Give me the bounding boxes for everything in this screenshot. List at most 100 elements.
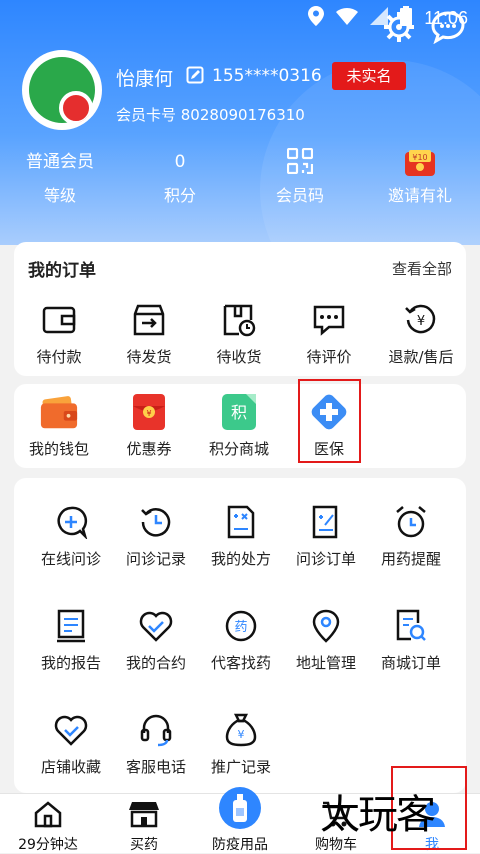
highlight-box-medical: [298, 379, 361, 463]
heart-handshake-icon: [136, 606, 176, 646]
verification-badge[interactable]: 未实名: [332, 62, 406, 90]
order-edit-icon: [306, 502, 346, 542]
service-mall-orders[interactable]: 商城订单: [366, 606, 456, 673]
home-icon: [0, 794, 96, 828]
order-label: 待收货: [216, 348, 262, 366]
member-card-number: 会员卡号 8028090176310: [116, 106, 305, 124]
orders-title: 我的订单: [28, 261, 96, 281]
view-all-orders-link[interactable]: 查看全部: [392, 258, 452, 279]
service-address[interactable]: 地址管理: [281, 606, 371, 673]
wifi-icon: [336, 7, 359, 30]
points-mall-icon: 积: [219, 392, 259, 432]
avatar[interactable]: [22, 50, 102, 130]
prescription-icon: [221, 502, 261, 542]
tab-label: 买药: [130, 837, 158, 853]
services-panel: 在线问诊 问诊记录 我的处方 问诊订单 用药提醒 我的报告 我的合约 药 代客找…: [14, 478, 466, 793]
qr-code-icon: [240, 148, 360, 176]
wallet-row-label: 我的钱包: [28, 440, 89, 458]
service-label: 店铺收藏: [40, 758, 101, 776]
service-consult-orders[interactable]: 问诊订单: [281, 502, 371, 569]
watermark-text: 太玩客: [320, 792, 436, 838]
order-label: 退款/售后: [388, 348, 454, 366]
package-clock-icon: [219, 300, 259, 340]
coupon-envelope-icon: ¥: [129, 392, 169, 432]
wallet-row-label: 积分商城: [208, 440, 269, 458]
order-pending-receipt[interactable]: 待收货: [194, 300, 284, 367]
svg-text:积: 积: [231, 403, 247, 422]
stat-invite-label: 邀请有礼: [387, 186, 452, 205]
service-label: 商城订单: [380, 654, 441, 672]
service-label: 问诊订单: [295, 550, 356, 568]
service-consult-history[interactable]: 问诊记录: [111, 502, 201, 569]
service-label: 客服电话: [125, 758, 186, 776]
map-pin-icon: [306, 606, 346, 646]
stat-level-value: 普通会员: [26, 152, 94, 172]
order-pending-shipment[interactable]: 待发货: [104, 300, 194, 367]
points-mall[interactable]: 积 积分商城: [194, 392, 284, 459]
service-store-favorites[interactable]: 店铺收藏: [26, 710, 116, 777]
box-arrow-icon: [129, 300, 169, 340]
profile-header: 11:06 怡康何 155****0316 未实名 会员卡号 802809017…: [0, 0, 480, 245]
wallet-panel: 我的钱包 ¥ 优惠券 积 积分商城 医保: [14, 384, 466, 468]
service-find-medicine[interactable]: 药 代客找药: [196, 606, 286, 673]
svg-text:¥: ¥: [238, 728, 245, 741]
service-reports[interactable]: 我的报告: [26, 606, 116, 673]
edit-name-icon[interactable]: [186, 66, 204, 84]
comment-dots-icon: [309, 300, 349, 340]
location-icon: [308, 6, 325, 31]
service-label: 问诊记录: [125, 550, 186, 568]
service-contracts[interactable]: 我的合约: [111, 606, 201, 673]
storefront-icon: [96, 794, 192, 828]
wallet-icon: [39, 392, 79, 432]
svg-text:药: 药: [234, 620, 247, 635]
service-online-consult[interactable]: 在线问诊: [26, 502, 116, 569]
settings-gear-icon[interactable]: [382, 10, 416, 44]
svg-text:¥: ¥: [417, 314, 425, 329]
coupons[interactable]: ¥ 优惠券: [104, 392, 194, 459]
service-label: 在线问诊: [40, 550, 101, 568]
history-clock-icon: [136, 502, 176, 542]
sanitizer-bottle-icon: [192, 787, 288, 829]
order-pending-payment[interactable]: 待付款: [14, 300, 104, 367]
stat-level-label: 等级: [43, 186, 76, 205]
wallet-row-label: 优惠券: [126, 440, 172, 458]
service-label: 推广记录: [210, 758, 271, 776]
service-label: 用药提醒: [380, 550, 441, 568]
stat-member-code-label: 会员码: [275, 186, 324, 205]
tab-buy-medicine[interactable]: 买药: [96, 794, 192, 854]
medicine-search-icon: 药: [221, 606, 261, 646]
order-search-icon: [391, 606, 431, 646]
refund-yuan-icon: ¥: [401, 300, 441, 340]
tab-label: 防疫用品: [212, 837, 268, 853]
stat-member-code[interactable]: 会员码: [240, 148, 360, 206]
member-stats: 普通会员 等级 0 积分 会员码 ¥10 邀请有礼: [0, 148, 480, 208]
order-pending-review[interactable]: 待评价: [284, 300, 374, 367]
service-prescriptions[interactable]: 我的处方: [196, 502, 286, 569]
user-name: 怡康何: [116, 68, 174, 90]
heart-check-icon: [51, 710, 91, 750]
stat-invite[interactable]: ¥10 邀请有礼: [360, 148, 480, 206]
service-label: 我的报告: [40, 654, 101, 672]
report-icon: [51, 606, 91, 646]
my-wallet[interactable]: 我的钱包: [14, 392, 104, 459]
tab-fast-delivery[interactable]: 29分钟达: [0, 794, 96, 854]
service-customer-phone[interactable]: 客服电话: [111, 710, 201, 777]
stat-points[interactable]: 0 积分: [120, 148, 240, 206]
tab-epidemic-supplies[interactable]: 防疫用品: [192, 787, 288, 854]
stat-level[interactable]: 普通会员 等级: [0, 148, 120, 206]
svg-text:¥: ¥: [146, 409, 151, 418]
service-label: 地址管理: [295, 654, 356, 672]
message-chat-icon[interactable]: [430, 10, 466, 45]
service-promotion-records[interactable]: ¥ 推广记录: [196, 710, 286, 777]
service-label: 代客找药: [210, 654, 271, 672]
service-medication-reminder[interactable]: 用药提醒: [366, 502, 456, 569]
service-label: 我的处方: [210, 550, 271, 568]
svg-text:¥10: ¥10: [412, 153, 427, 162]
stat-points-value: 0: [174, 152, 186, 172]
service-label: 我的合约: [125, 654, 186, 672]
wallet-outline-icon: [39, 300, 79, 340]
orders-panel: 我的订单 查看全部 待付款 待发货 待收货 待评价 ¥ 退款/售后: [14, 242, 466, 376]
stat-points-label: 积分: [163, 186, 196, 205]
order-refund[interactable]: ¥ 退款/售后: [376, 300, 466, 367]
order-label: 待付款: [36, 348, 82, 366]
